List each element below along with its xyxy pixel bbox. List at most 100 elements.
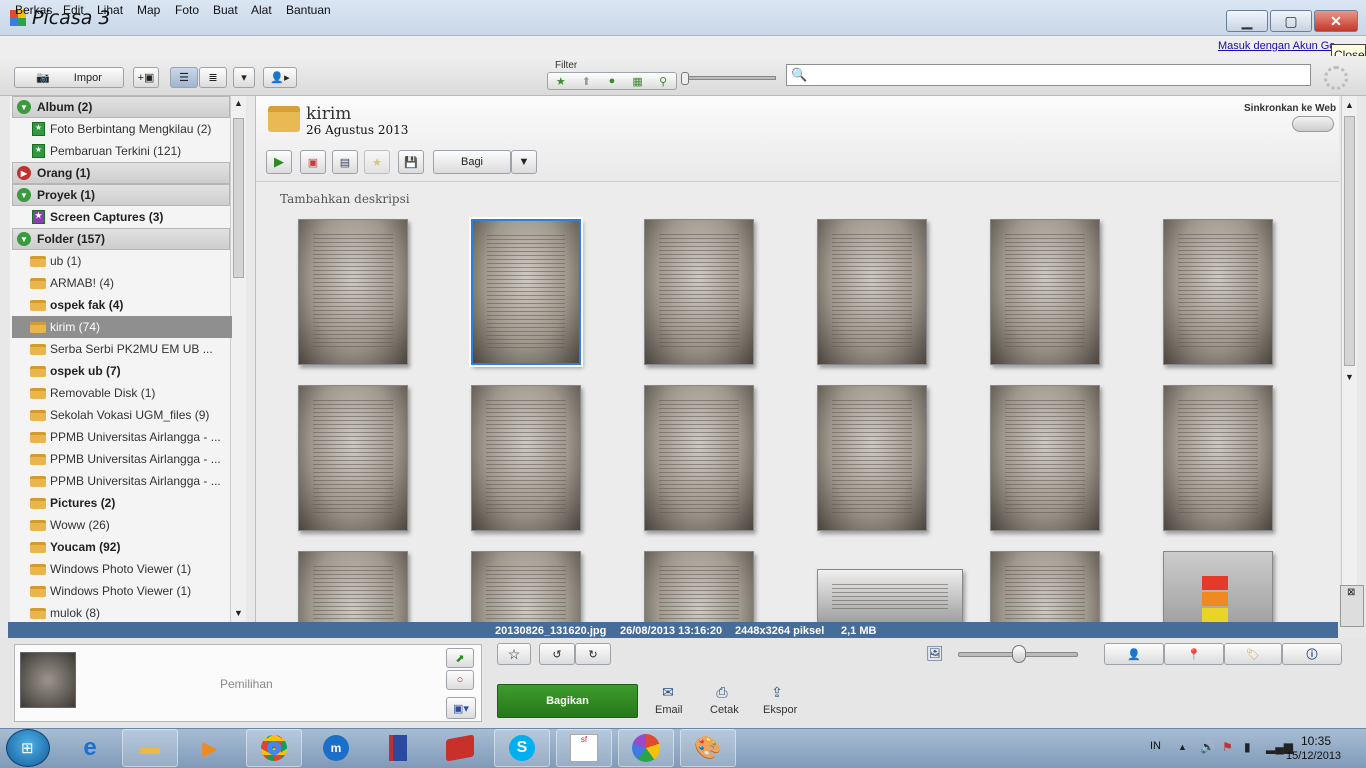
sidebar-item[interactable]: mulok (8) (12, 602, 232, 624)
sidebar-item[interactable]: kirim (74) (12, 316, 232, 338)
photo-thumbnail[interactable] (471, 219, 581, 365)
sidebar-item[interactable]: PPMB Universitas Airlangga - ... (12, 470, 232, 492)
sidebar-item[interactable]: Woww (26) (12, 514, 232, 536)
expand-right-icon[interactable]: ▶ (17, 166, 31, 180)
menu-edit[interactable]: Edit (63, 3, 84, 17)
grid-scrollbar[interactable]: ▲ ▼ (1341, 96, 1357, 622)
export-action[interactable]: Ekspor (763, 704, 797, 716)
clear-button[interactable]: ○ (446, 670, 474, 690)
maximize-button[interactable]: ▢ (1270, 10, 1312, 32)
photo-thumbnail[interactable] (298, 219, 408, 365)
photo-thumbnail[interactable] (644, 219, 754, 365)
photo-thumbnail[interactable] (990, 219, 1100, 365)
menu-lihat[interactable]: Lihat (97, 3, 123, 17)
photo-thumbnail[interactable] (817, 385, 927, 531)
thumbnail-size-knob[interactable] (1012, 645, 1026, 663)
hold-button[interactable]: ⬈ (446, 648, 474, 668)
sidebar-item[interactable]: Pictures (2) (12, 492, 232, 514)
date-slider-knob[interactable] (681, 72, 689, 85)
tree-view-button[interactable]: ≣ (199, 67, 227, 88)
search-input[interactable]: 🔍 (786, 64, 1311, 86)
photo-thumbnail[interactable] (471, 385, 581, 531)
sidebar-item[interactable]: Windows Photo Viewer (1) (12, 580, 232, 602)
sidebar-scrollbar[interactable]: ▲ ▼ (230, 96, 246, 622)
photo-thumbnail[interactable] (990, 551, 1100, 622)
volume-icon[interactable]: 🔊 (1200, 740, 1215, 754)
sidebar-section-header[interactable]: ▼ Album (2) (12, 96, 230, 118)
clock-time[interactable]: 10:35 (1296, 734, 1336, 748)
photo-thumbnail[interactable] (471, 551, 581, 622)
sidebar-item[interactable]: ★ Foto Berbintang Mengkilau (2) (12, 118, 232, 140)
battery-icon[interactable]: ▮ (1244, 740, 1251, 754)
menu-alat[interactable]: Alat (251, 3, 272, 17)
sidebar-item[interactable]: Serba Serbi PK2MU EM UB ... (12, 338, 232, 360)
photo-thumbnail[interactable] (817, 219, 927, 365)
import-button[interactable]: 📷 Impor (14, 67, 124, 88)
people-panel-button[interactable]: 👤 (1104, 643, 1164, 665)
grid-scroll-thumb[interactable] (1344, 116, 1355, 366)
taskbar-dictionary[interactable] (432, 729, 488, 767)
sidebar-item[interactable]: Sekolah Vokasi UGM_files (9) (12, 404, 232, 426)
scroll-down-icon[interactable]: ▼ (1345, 372, 1354, 382)
sidebar-item[interactable]: ub (1) (12, 250, 232, 272)
geo-filter-icon[interactable]: ⚲ (650, 75, 676, 88)
photo-thumbnail[interactable] (644, 551, 754, 622)
rotate-left-button[interactable]: ↺ (539, 643, 575, 665)
scroll-up-icon[interactable]: ▲ (234, 98, 243, 108)
email-action[interactable]: Email (655, 704, 683, 716)
photo-thumbnail[interactable] (298, 385, 408, 531)
taskbar-book-app[interactable] (370, 729, 426, 767)
expand-down-icon[interactable]: ▼ (17, 188, 31, 202)
photo-thumbnail[interactable] (644, 385, 754, 531)
signin-link[interactable]: Masuk dengan Akun Go (1218, 40, 1335, 52)
sidebar-item[interactable]: ospek fak (4) (12, 294, 232, 316)
show-hidden-icons[interactable]: ▲ (1178, 742, 1187, 752)
photo-thumbnail[interactable] (298, 551, 408, 622)
sidebar-item[interactable]: ★ Pembaruan Terkini (121) (12, 140, 232, 162)
sidebar-item[interactable]: ★ Screen Captures (3) (12, 206, 232, 228)
sidebar-item[interactable]: Youcam (92) (12, 536, 232, 558)
taskbar-internet-explorer[interactable]: e (62, 729, 118, 767)
upload-filter-icon[interactable]: ⬆ (574, 75, 600, 88)
face-filter-icon[interactable]: ● (599, 75, 625, 87)
hide-panel-handle[interactable]: ⊠ (1340, 585, 1364, 627)
sidebar-section-header[interactable]: ▶ Orang (1) (12, 162, 230, 184)
minimize-button[interactable]: ▁ (1226, 10, 1268, 32)
rotate-right-button[interactable]: ↻ (575, 643, 611, 665)
taskbar-paint[interactable]: 🎨 (680, 729, 736, 767)
sidebar-item[interactable]: ARMAB! (4) (12, 272, 232, 294)
places-panel-button[interactable]: 📍 (1164, 643, 1224, 665)
taskbar-media-player[interactable]: ▶ (182, 729, 238, 767)
tags-panel-button[interactable]: 🏷 (1224, 643, 1282, 665)
start-button[interactable]: ⊞ (6, 729, 50, 767)
sidebar-section-header[interactable]: ▼ Proyek (1) (12, 184, 230, 206)
photo-thumbnail[interactable] (990, 385, 1100, 531)
close-button[interactable]: ✕ (1314, 10, 1358, 32)
video-filter-icon[interactable]: ▦ (625, 75, 651, 88)
menu-buat[interactable]: Buat (213, 3, 238, 17)
taskbar-picasa[interactable] (618, 729, 674, 767)
sidebar-item[interactable]: ospek ub (7) (12, 360, 232, 382)
menu-map[interactable]: Map (137, 3, 160, 17)
menu-bantuan[interactable]: Bantuan (286, 3, 331, 17)
export-icon[interactable]: ⇪ (769, 684, 785, 700)
info-panel-button[interactable]: ⓘ (1282, 643, 1342, 665)
tray-thumbnail[interactable] (20, 652, 76, 708)
star-button[interactable]: ☆ (497, 643, 531, 665)
date-slider[interactable] (684, 76, 776, 80)
taskbar-smartfren[interactable]: sf (556, 729, 612, 767)
photo-thumbnail[interactable] (1163, 219, 1273, 365)
sidebar-item[interactable]: PPMB Universitas Airlangga - ... (12, 426, 232, 448)
sidebar-section-header[interactable]: ▼ Folder (157) (12, 228, 230, 250)
sidebar-item[interactable]: Removable Disk (1) (12, 382, 232, 404)
print-icon[interactable]: ⎙ (714, 684, 730, 700)
language-indicator[interactable]: IN (1150, 740, 1161, 752)
taskbar-file-explorer[interactable]: ▬ (122, 729, 178, 767)
print-action[interactable]: Cetak (710, 704, 739, 716)
taskbar-skype[interactable]: S (494, 729, 550, 767)
sidebar-item[interactable]: Windows Photo Viewer (1) (12, 558, 232, 580)
sidebar-scroll-thumb[interactable] (233, 118, 244, 278)
taskbar-chrome[interactable] (246, 729, 302, 767)
sidebar-item[interactable]: PPMB Universitas Airlangga - ... (12, 448, 232, 470)
menu-foto[interactable]: Foto (175, 3, 199, 17)
